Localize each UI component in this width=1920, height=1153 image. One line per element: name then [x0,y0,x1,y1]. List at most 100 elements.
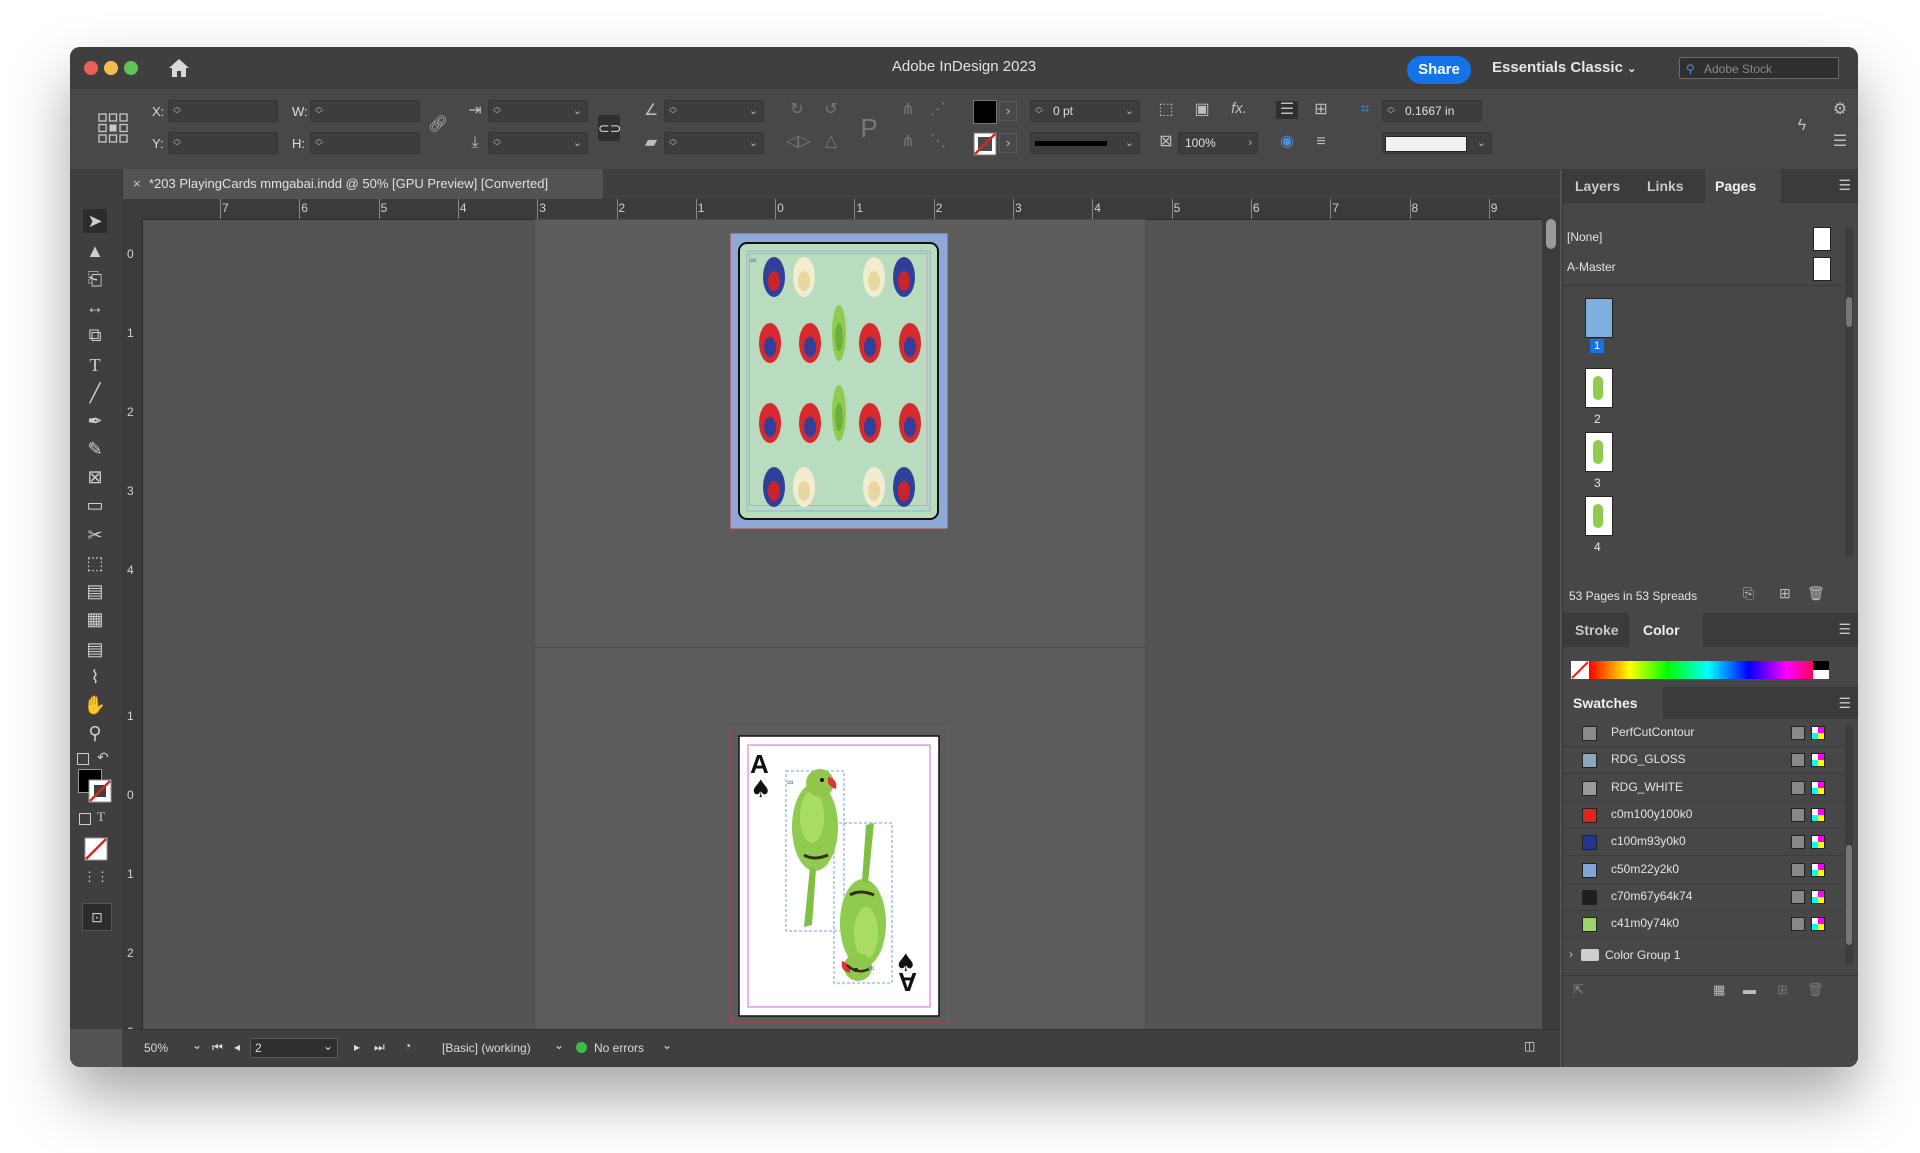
canvas-vertical-scrollbar[interactable] [1542,199,1560,1029]
text-wrap-jump-icon[interactable]: ≡ [1310,133,1332,151]
stepper-icon[interactable]: ︿ ﹀ [1387,103,1395,119]
close-tab-icon[interactable]: × [133,169,141,199]
chevron-down-icon[interactable]: ⌄ [749,133,758,153]
select-next-object-icon[interactable]: ⋱ [926,133,950,151]
swatch-row[interactable]: c0m100y100k0 [1563,801,1843,829]
text-wrap-bounding-box-icon[interactable]: ⊞ [1310,101,1332,119]
scale-y-field[interactable]: ︿ ﹀ ⌄ [488,132,588,154]
preflight-icon[interactable]: ◔ [404,1039,411,1053]
pen-tool-icon[interactable]: ✒ [83,409,107,433]
gear-icon[interactable]: ⚙ [1830,101,1850,119]
scrollbar-thumb[interactable] [1546,219,1556,249]
flip-vertical-icon[interactable]: △ [820,133,842,151]
show-swatch-kinds-icon[interactable]: ⇱ [1573,982,1584,998]
rotate-clockwise-icon[interactable]: ↻ [786,101,808,119]
gradient-feather-tool-icon[interactable]: ▦ [83,607,107,631]
swatch-row[interactable]: c50m22y2k0 [1563,856,1843,884]
text-wrap-shape-icon[interactable]: ◉ [1276,133,1298,151]
share-button[interactable]: Share [1407,56,1471,84]
tab-swatches[interactable]: Swatches [1563,687,1663,719]
last-page-icon[interactable]: ⏭ [374,1040,385,1055]
swatch-row[interactable]: PerfCutContour [1563,719,1843,747]
chevron-down-icon[interactable]: ⌄ [1125,101,1134,121]
shear-angle-field[interactable]: ︿ ﹀ ⌄ [664,132,764,154]
chevron-down-icon[interactable]: ⌄ [1125,133,1134,153]
new-color-group-icon[interactable]: ▬ [1743,982,1756,997]
rotation-angle-field[interactable]: ︿ ﹀ ⌄ [664,100,764,122]
constrain-proportions-icon[interactable]: 🔗︎ [428,116,448,134]
select-previous-object-icon[interactable]: ⋰ [926,101,950,119]
stepper-icon[interactable]: ︿ ﹀ [669,135,677,151]
stepper-icon[interactable]: ︿ ﹀ [173,103,181,119]
pages-scrollbar[interactable] [1845,227,1853,557]
swap-fill-stroke-icon[interactable]: ↶ [97,749,109,766]
gradient-swatch-tool-icon[interactable]: ▤ [83,579,107,603]
tab-pages[interactable]: Pages [1705,169,1781,203]
stroke-type-dropdown[interactable]: ⌄ [1030,132,1140,154]
master-none[interactable]: [None] [1567,230,1602,244]
object-style-dropdown[interactable]: ⌄ [1382,132,1492,154]
rectangle-tool-icon[interactable]: ▭ [83,493,107,517]
screen-mode-icon[interactable]: ⋮⋮ [83,865,109,889]
default-fill-stroke-icon[interactable] [77,753,89,765]
preview-mode-icon[interactable]: ⊡ [82,903,112,931]
next-page-icon[interactable]: ▸ [354,1040,360,1054]
zoom-level[interactable]: 50% [144,1041,168,1055]
previous-page-icon[interactable]: ◂ [234,1040,240,1054]
rectangle-frame-tool-icon[interactable]: ⊠ [83,465,107,489]
swatch-row[interactable]: RDG_WHITE [1563,774,1843,802]
page-tool-icon[interactable]: ⎗ [83,267,107,291]
line-tool-icon[interactable]: ╱ [83,381,107,405]
width-field[interactable]: ︿ ﹀ [310,100,420,122]
stroke-none-swatch[interactable] [973,132,997,156]
swatch-row[interactable]: RDG_GLOSS [1563,746,1843,775]
stepper-icon[interactable]: ︿ ﹀ [669,103,677,119]
stroke-color-icon[interactable] [88,779,112,803]
master-a[interactable]: A-Master [1567,260,1616,274]
x-position-field[interactable]: ︿ ﹀ [168,100,278,122]
select-content-icon[interactable]: ⋔ [898,133,918,151]
delete-swatch-icon[interactable]: 🗑︎ [1807,982,1824,998]
page-thumbnail-3[interactable] [1585,432,1613,472]
selection-tool-icon[interactable]: ➤ [83,209,107,233]
vertical-ruler[interactable]: 0123410123 [122,219,143,1029]
type-tool-icon[interactable]: T [83,353,107,377]
tab-links[interactable]: Links [1647,169,1684,203]
swatch-row[interactable]: c41m0y74k0 [1563,910,1843,939]
tab-color[interactable]: Color [1629,613,1703,647]
preflight-profile[interactable]: [Basic] (working) [442,1041,531,1055]
scrollbar-thumb[interactable] [1846,297,1852,327]
select-container-icon[interactable]: ⋔ [898,101,918,119]
drop-shadow-icon[interactable]: ▣ [1192,101,1212,119]
rotate-counterclockwise-icon[interactable]: ↺ [820,101,842,119]
workspace-switcher[interactable]: Essentials Classic ⌄ [1492,59,1636,76]
chevron-down-icon[interactable]: ⌄ [323,1037,333,1055]
spacing-field[interactable]: ︿ ﹀ 0.1667 in [1382,100,1482,122]
ruler-origin[interactable] [122,199,142,219]
swatch-row[interactable]: c70m67y64k74 [1563,883,1843,911]
master-none-thumbnail[interactable] [1813,227,1831,251]
page-thumbnail-2[interactable] [1585,368,1613,408]
eyedropper-tool-icon[interactable]: ⌇ [83,665,107,689]
swatch-row[interactable]: c100m93y0k0 [1563,828,1843,857]
document-tab[interactable]: × *203 PlayingCards mmgabai.indd @ 50% [… [123,169,603,199]
chevron-down-icon[interactable]: ⌄ [554,1038,564,1052]
chevron-right-icon[interactable]: › [1248,133,1252,153]
direct-selection-tool-icon[interactable]: ▲ [83,239,107,263]
color-spectrum-ramp[interactable] [1589,661,1829,679]
chevron-down-icon[interactable]: ⌄ [1477,133,1486,153]
chevron-down-icon[interactable]: ⌄ [749,101,758,121]
link-scale-button[interactable]: ⊂⊃ [598,115,621,141]
panel-menu-icon[interactable]: ☰ [1838,177,1851,194]
tab-layers[interactable]: Layers [1575,169,1620,203]
chevron-down-icon[interactable]: ⌄ [662,1038,672,1052]
chevron-down-icon[interactable]: ⌄ [573,101,582,121]
split-layout-icon[interactable]: ◫ [1524,1039,1535,1053]
edit-page-size-icon[interactable]: ⎘ [1743,585,1754,602]
panel-menu-icon[interactable]: ☰ [1838,621,1851,638]
stepper-icon[interactable]: ︿ ﹀ [315,135,323,151]
chevron-down-icon[interactable]: ⌄ [192,1038,202,1052]
stepper-icon[interactable]: ︿ ﹀ [315,103,323,119]
swatch-views-icon[interactable]: ▦ [1713,982,1725,998]
stroke-menu-arrow-icon[interactable]: › [999,133,1017,153]
